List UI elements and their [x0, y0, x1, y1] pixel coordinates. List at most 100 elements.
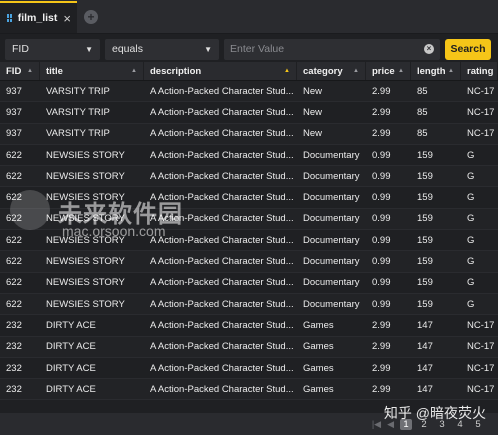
- tab-bar: film_list × +: [0, 0, 498, 34]
- filter-field-value: FID: [12, 43, 29, 55]
- table-row[interactable]: 937 VARSITY TRIP A Action-Packed Character…: [0, 81, 498, 103]
- chevron-down-icon: ▼: [204, 44, 212, 54]
- cell-price: 0.99: [372, 149, 391, 161]
- cell-category: Documentary: [303, 298, 360, 310]
- sort-icon[interactable]: ▲: [448, 68, 454, 74]
- table-icon: [7, 14, 12, 22]
- search-button[interactable]: Search: [445, 38, 491, 60]
- clear-icon[interactable]: ×: [424, 44, 434, 54]
- cell-category: Documentary: [303, 277, 360, 289]
- watermark-logo-icon: [10, 190, 50, 230]
- tab-label: film_list: [17, 12, 58, 24]
- column-header-fid[interactable]: FID ▲: [0, 62, 40, 80]
- cell-rating: NC-17: [467, 383, 495, 395]
- add-tab-icon[interactable]: +: [84, 10, 98, 24]
- cell-category: Games: [303, 319, 334, 331]
- filter-operator-select[interactable]: equals ▼: [105, 38, 219, 60]
- sort-icon[interactable]: ▲: [131, 68, 137, 74]
- cell-price: 2.99: [372, 85, 391, 97]
- cell-description: A Action-Packed Character Stud...: [150, 341, 294, 353]
- column-header-price[interactable]: price ▲: [366, 62, 411, 80]
- cell-description: A Action-Packed Character Stud...: [150, 319, 294, 331]
- cell-description: A Action-Packed Character Stud...: [150, 256, 294, 268]
- filter-value-placeholder: Enter Value: [230, 43, 285, 55]
- cell-length: 85: [417, 106, 428, 118]
- cell-length: 147: [417, 362, 433, 374]
- cell-price: 2.99: [372, 106, 391, 118]
- cell-fid: 622: [6, 170, 22, 182]
- table-row[interactable]: 622 NEWSIES STORY A Action-Packed Characte…: [0, 251, 498, 273]
- table-row[interactable]: 232 DIRTY ACE A Action-Packed Character St…: [0, 379, 498, 401]
- cell-fid: 622: [6, 256, 22, 268]
- cell-fid: 937: [6, 85, 22, 97]
- column-header-rating[interactable]: rating: [461, 62, 498, 80]
- sort-icon[interactable]: ▲: [398, 68, 404, 74]
- column-header-length[interactable]: length ▲: [411, 62, 461, 80]
- cell-fid: 622: [6, 234, 22, 246]
- tab-film-list[interactable]: film_list ×: [0, 1, 77, 33]
- cell-rating: G: [467, 213, 475, 225]
- filter-field-select[interactable]: FID ▼: [5, 38, 100, 60]
- cell-fid: 622: [6, 298, 22, 310]
- cell-price: 2.99: [372, 319, 391, 331]
- cell-price: 0.99: [372, 256, 391, 268]
- cell-price: 0.99: [372, 192, 391, 204]
- table-row[interactable]: 622 NEWSIES STORY A Action-Packed Characte…: [0, 166, 498, 188]
- table-row[interactable]: 232 DIRTY ACE A Action-Packed Character St…: [0, 358, 498, 380]
- cell-length: 147: [417, 341, 433, 353]
- cell-description: A Action-Packed Character Stud...: [150, 85, 294, 97]
- cell-rating: G: [467, 256, 475, 268]
- cell-length: 159: [417, 277, 433, 289]
- filter-bar: FID ▼ equals ▼ Enter Value × Search: [0, 34, 498, 64]
- column-header-description[interactable]: description ▲: [144, 62, 297, 80]
- cell-rating: NC-17: [467, 319, 495, 331]
- cell-length: 85: [417, 128, 428, 140]
- cell-fid: 232: [6, 319, 22, 331]
- table-row[interactable]: 232 DIRTY ACE A Action-Packed Character St…: [0, 315, 498, 337]
- cell-fid: 232: [6, 341, 22, 353]
- cell-title: NEWSIES STORY: [46, 277, 125, 289]
- cell-category: Games: [303, 383, 334, 395]
- cell-title: DIRTY ACE: [46, 362, 96, 374]
- table-row[interactable]: 622 NEWSIES STORY A Action-Packed Characte…: [0, 293, 498, 316]
- cell-title: NEWSIES STORY: [46, 298, 125, 310]
- cell-rating: NC-17: [467, 341, 495, 353]
- cell-rating: NC-17: [467, 85, 495, 97]
- grid-header: FID ▲ title ▲ description ▲ category ▲ price…: [0, 62, 498, 81]
- cell-fid: 232: [6, 362, 22, 374]
- cell-description: A Action-Packed Character Stud...: [150, 298, 294, 310]
- cell-category: Documentary: [303, 170, 360, 182]
- first-page-icon[interactable]: |◀: [372, 419, 381, 430]
- cell-category: Games: [303, 341, 334, 353]
- column-header-title[interactable]: title ▲: [40, 62, 144, 80]
- cell-title: VARSITY TRIP: [46, 106, 110, 118]
- table-row[interactable]: 937 VARSITY TRIP A Action-Packed Character…: [0, 102, 498, 124]
- sort-icon[interactable]: ▲: [284, 68, 290, 74]
- cell-category: Documentary: [303, 192, 360, 204]
- cell-length: 85: [417, 85, 428, 97]
- cell-length: 159: [417, 256, 433, 268]
- cell-rating: G: [467, 298, 475, 310]
- cell-rating: G: [467, 170, 475, 182]
- filter-value-input[interactable]: Enter Value ×: [224, 38, 440, 60]
- table-row[interactable]: 937 VARSITY TRIP A Action-Packed Character…: [0, 123, 498, 145]
- cell-description: A Action-Packed Character Stud...: [150, 277, 294, 289]
- cell-description: A Action-Packed Character Stud...: [150, 128, 294, 140]
- cell-title: DIRTY ACE: [46, 383, 96, 395]
- cell-description: A Action-Packed Character Stud...: [150, 234, 294, 246]
- cell-title: DIRTY ACE: [46, 341, 96, 353]
- cell-category: New: [303, 106, 323, 118]
- table-row[interactable]: 622 NEWSIES STORY A Action-Packed Characte…: [0, 145, 498, 167]
- cell-title: NEWSIES STORY: [46, 256, 125, 268]
- table-row[interactable]: 622 NEWSIES STORY A Action-Packed Characte…: [0, 273, 498, 294]
- cell-length: 159: [417, 170, 433, 182]
- sort-icon[interactable]: ▲: [27, 68, 33, 74]
- sort-icon[interactable]: ▲: [353, 68, 359, 74]
- close-icon[interactable]: ×: [63, 12, 71, 25]
- table-row[interactable]: 232 DIRTY ACE A Action-Packed Character St…: [0, 336, 498, 358]
- cell-price: 2.99: [372, 362, 391, 374]
- cell-rating: G: [467, 149, 475, 161]
- cell-price: 0.99: [372, 213, 391, 225]
- cell-category: New: [303, 85, 323, 97]
- column-header-category[interactable]: category ▲: [297, 62, 366, 80]
